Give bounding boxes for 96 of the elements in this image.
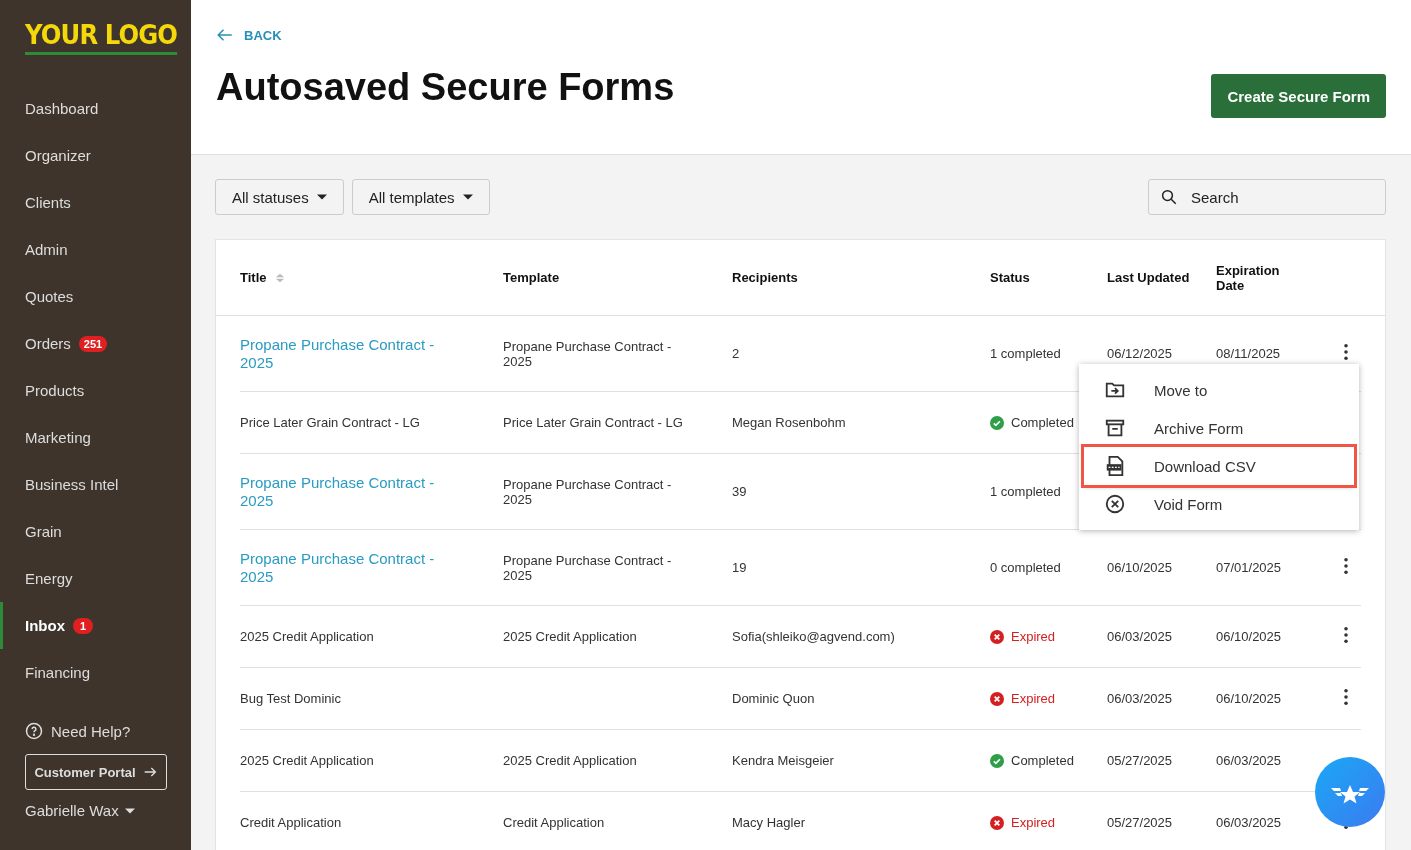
- row-menu-button[interactable]: [1344, 558, 1348, 577]
- column-header[interactable]: Title: [240, 270, 267, 285]
- table-cell-text: 19: [732, 560, 748, 575]
- table-cell-text: 2025 Credit Application: [503, 629, 638, 644]
- column-header: Last Updated: [1107, 270, 1191, 285]
- archive-box-icon: [1104, 417, 1126, 439]
- help-link[interactable]: Need Help?: [51, 722, 131, 740]
- sidebar-item[interactable]: Inbox 1: [0, 602, 191, 649]
- table-cell-text: 06/03/2025: [1216, 815, 1283, 830]
- sidebar-item[interactable]: Business Intel: [0, 461, 191, 508]
- table-cell-text: 08/11/2025: [1216, 346, 1282, 361]
- table-cell-text: Bug Test Dominic: [240, 691, 342, 706]
- table-cell-text: 2: [732, 346, 741, 361]
- sidebar-item[interactable]: Clients: [0, 179, 191, 226]
- table-cell-text: 06/03/2025: [1107, 691, 1174, 706]
- sidebar-item[interactable]: Grain: [0, 508, 191, 555]
- status-text: Completed: [1011, 415, 1074, 430]
- column-header: Expiration Date: [1216, 262, 1281, 293]
- user-menu[interactable]: Gabrielle Wax: [25, 802, 191, 819]
- filter-dropdown[interactable]: All statuses: [215, 179, 344, 215]
- menu-item[interactable]: Archive Form: [1084, 409, 1354, 447]
- table-cell-text: 07/01/2025: [1216, 560, 1283, 575]
- sort-icon: [274, 272, 285, 283]
- status-text: 1 completed: [990, 346, 1062, 361]
- table-cell-text: Kendra Meisgeier: [732, 753, 835, 768]
- table-cell-text: Megan Rosenbohm: [732, 415, 847, 430]
- count-badge: 1: [73, 617, 93, 634]
- menu-item[interactable]: Download CSV: [1084, 447, 1354, 485]
- table-cell-text: 06/03/2025: [1216, 753, 1283, 768]
- back-link[interactable]: BACK: [216, 26, 675, 44]
- check-circle-icon: [990, 415, 1004, 430]
- column-header: Template: [503, 270, 561, 285]
- caret-down-icon: [316, 192, 327, 202]
- sidebar-item[interactable]: Organizer: [0, 132, 191, 179]
- table-cell-text: Propane Purchase Contract - 2025: [503, 552, 673, 583]
- sidebar-item[interactable]: Orders 251: [0, 320, 191, 367]
- error-circle-icon: [990, 691, 1004, 706]
- sidebar-item[interactable]: Financing: [0, 649, 191, 696]
- sidebar-item[interactable]: Marketing: [0, 414, 191, 461]
- menu-item[interactable]: Void Form: [1084, 485, 1354, 523]
- customer-portal-button[interactable]: Customer Portal: [25, 754, 167, 790]
- status-text: Expired: [1011, 691, 1056, 706]
- table-cell-text: 2025 Credit Application: [240, 629, 375, 644]
- table-cell-text: 06/10/2025: [1216, 629, 1283, 644]
- status-text: Expired: [1011, 629, 1056, 644]
- column-header: Status: [990, 270, 1031, 285]
- table-cell-text: Credit Application: [503, 815, 606, 830]
- kebab-menu-icon: [1344, 558, 1348, 574]
- kebab-menu-icon: [1344, 344, 1348, 360]
- table-cell-text: 06/10/2025: [1216, 691, 1283, 706]
- row-menu-button[interactable]: [1344, 344, 1348, 363]
- table-cell-text: 39: [732, 484, 748, 499]
- caret-down-icon: [462, 192, 473, 202]
- table-cell-text: Propane Purchase Contract - 2025: [503, 476, 673, 507]
- table-cell-text: 06/03/2025: [1107, 629, 1174, 644]
- table-cell-text: 05/27/2025: [1107, 815, 1174, 830]
- error-circle-icon: [990, 815, 1004, 830]
- table-cell-text: Price Later Grain Contract - LG: [240, 415, 421, 430]
- table-cell-text: Propane Purchase Contract - 2025: [503, 338, 673, 369]
- table-cell-text: Macy Hagler: [732, 815, 806, 830]
- page-title: Autosaved Secure Forms: [216, 66, 675, 109]
- menu-item[interactable]: Move to: [1084, 371, 1354, 409]
- table-cell-text: Price Later Grain Contract - LG: [503, 415, 684, 430]
- logo: YOUR LOGO: [25, 18, 178, 55]
- status-text: Expired: [1011, 815, 1056, 830]
- help-circle-icon: [25, 722, 43, 740]
- filter-dropdown[interactable]: All templates: [351, 179, 490, 215]
- table-cell-text: 2025 Credit Application: [503, 753, 638, 768]
- check-circle-icon: [990, 753, 1004, 768]
- sidebar-item[interactable]: Dashboard: [0, 85, 191, 132]
- column-header: Recipients: [732, 270, 799, 285]
- table-cell-text: Dominic Quon: [732, 691, 816, 706]
- create-button[interactable]: Create Secure Form: [1211, 74, 1386, 118]
- row-menu-button[interactable]: [1344, 689, 1348, 708]
- count-badge: 251: [78, 335, 108, 352]
- table-cell-text: 2025 Credit Application: [240, 753, 375, 768]
- table-cell-text: Credit Application: [240, 815, 343, 830]
- search-icon: [1160, 188, 1178, 206]
- sidebar-item[interactable]: Energy: [0, 555, 191, 602]
- row-menu-button[interactable]: [1344, 627, 1348, 646]
- status-text: 0 completed: [990, 560, 1062, 575]
- table-cell-text: 05/27/2025: [1107, 753, 1174, 768]
- file-icon: [1104, 455, 1126, 477]
- kebab-menu-icon: [1344, 627, 1348, 643]
- table-cell-text: 06/10/2025: [1107, 560, 1174, 575]
- sidebar-item[interactable]: Admin: [0, 226, 191, 273]
- sidebar-item[interactable]: Quotes: [0, 273, 191, 320]
- table-cell-text: Sofia(shleiko@agvend.com): [732, 629, 896, 644]
- search-field[interactable]: Search: [1148, 179, 1386, 215]
- status-text: 1 completed: [990, 484, 1062, 499]
- error-circle-icon: [990, 629, 1004, 644]
- sidebar-item[interactable]: Products: [0, 367, 191, 414]
- status-text: Completed: [1011, 753, 1074, 768]
- circle-x-icon: [1104, 493, 1126, 515]
- kebab-menu-icon: [1344, 689, 1348, 705]
- table-cell-text: 06/12/2025: [1107, 346, 1174, 361]
